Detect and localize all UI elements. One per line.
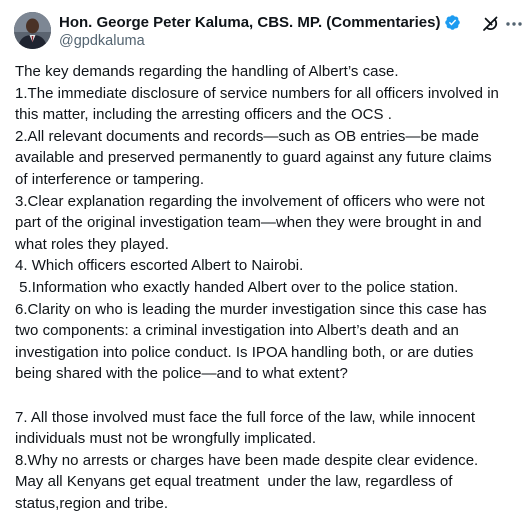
tweet-line: part of the original investigation team—… [15, 214, 482, 232]
tweet-line: 4. Which officers escorted Albert to Nai… [15, 257, 304, 275]
tweet-line: 7. All those involved must face the full… [15, 408, 476, 426]
tweet-line: 3.Clear explanation regarding the involv… [15, 192, 485, 210]
tweet-header: Hon. George Peter Kaluma, CBS. MP. (Comm… [14, 12, 522, 52]
tweet-line: 5.Information who exactly handed Albert … [15, 278, 459, 296]
tweet-line: 6.Clarity on who is leading the murder i… [15, 300, 487, 318]
tweet-line: individuals must not be wrongfully impli… [15, 430, 317, 448]
author-handle[interactable]: @gpdkaluma [59, 33, 479, 49]
tweet-line: two components: a criminal investigation… [15, 322, 459, 340]
tweet-text: The key demands regarding the handling o… [15, 61, 525, 514]
author-name-row: Hon. George Peter Kaluma, CBS. MP. (Comm… [59, 13, 479, 32]
tweet-line: status,region and tribe. [15, 494, 169, 512]
avatar[interactable] [14, 12, 51, 49]
tweet-line: 1.The immediate disclosure of service nu… [15, 84, 499, 102]
tweet-line: available and preserved permanently to g… [15, 149, 492, 167]
tweet-line: 8.Why no arrests or charges have been ma… [15, 451, 479, 469]
grok-icon[interactable] [481, 14, 501, 34]
more-options-icon[interactable] [504, 14, 524, 34]
author-block: Hon. George Peter Kaluma, CBS. MP. (Comm… [59, 13, 479, 49]
tweet-line: this matter, including the arresting off… [15, 106, 392, 124]
tweet-line: of interference or tampering. [15, 170, 205, 188]
tweet-line: 2.All relevant documents and records—suc… [15, 127, 479, 145]
verified-badge-icon [444, 14, 461, 31]
author-display-name[interactable]: Hon. George Peter Kaluma, CBS. MP. (Comm… [59, 14, 440, 31]
tweet-line: The key demands regarding the handling o… [15, 63, 399, 80]
tweet-line: being shared with the police—and to what… [15, 365, 348, 383]
tweet-line: what roles they played. [15, 235, 169, 253]
tweet-card: Hon. George Peter Kaluma, CBS. MP. (Comm… [0, 0, 531, 529]
tweet-line: investigation into police conduct. Is IP… [15, 343, 474, 361]
tweet-line: May all Kenyans get equal treatment unde… [15, 473, 453, 491]
